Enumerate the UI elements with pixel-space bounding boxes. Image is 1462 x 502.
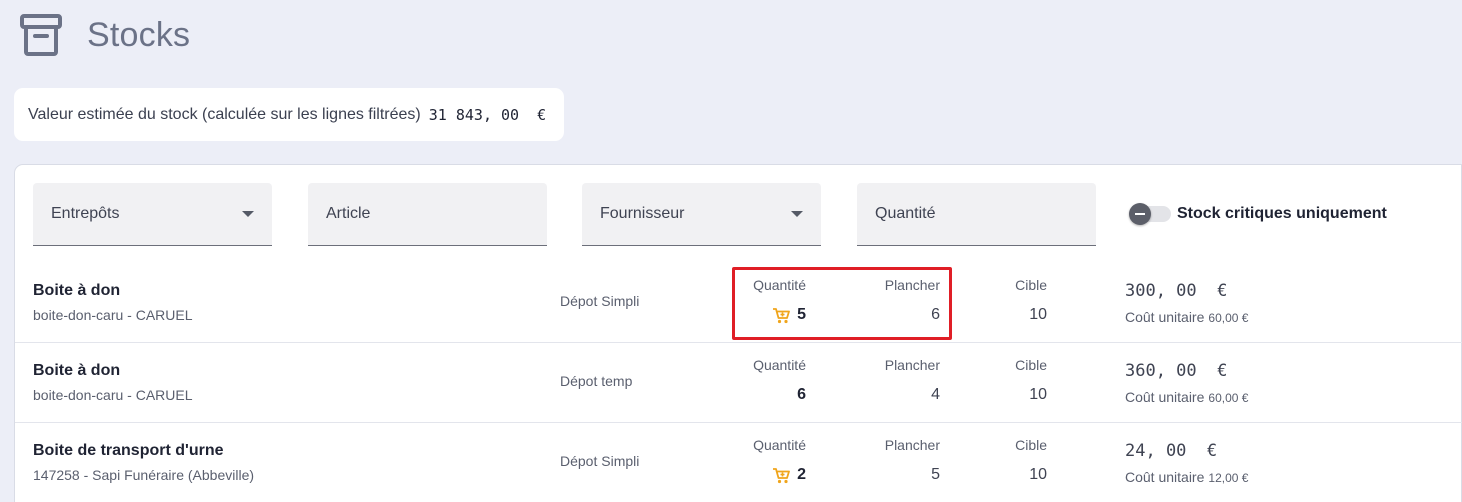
target-cell: Cible 10 xyxy=(975,357,1047,404)
price-cell: 360, 00 € Coût unitaire 60,00 € xyxy=(1125,361,1248,405)
article-name: Boite à don xyxy=(33,282,121,299)
depot-name: Dépot Simpli xyxy=(560,293,640,309)
stock-value-label: Valeur estimée du stock (calculée sur le… xyxy=(28,105,421,123)
page-header: Stocks xyxy=(18,10,190,60)
target-cell: Cible 10 xyxy=(975,277,1047,324)
unit-cost-label: Coût unitaire xyxy=(1125,469,1205,485)
stock-value-card: Valeur estimée du stock (calculée sur le… xyxy=(14,88,564,141)
article-name: Boite à don xyxy=(33,362,121,379)
critical-stock-label: Stock critiques uniquement xyxy=(1177,205,1387,222)
target-header: Cible xyxy=(1015,437,1047,453)
supplier-select-label: Fournisseur xyxy=(600,205,685,222)
total-value: 24, 00 € xyxy=(1125,441,1218,461)
quantity-header: Quantité xyxy=(753,357,806,373)
chevron-down-icon xyxy=(791,211,803,217)
price-cell: 300, 00 € Coût unitaire 60,00 € xyxy=(1125,281,1248,325)
floor-cell: Plancher 4 xyxy=(825,357,940,404)
target-header: Cible xyxy=(1015,277,1047,293)
target-cell: Cible 10 xyxy=(975,437,1047,484)
depot-name: Dépot Simpli xyxy=(560,453,640,469)
toggle-knob[interactable] xyxy=(1129,203,1151,225)
quantity-header: Quantité xyxy=(753,437,806,453)
unit-cost-label: Coût unitaire xyxy=(1125,309,1205,325)
unit-cost-value: 12,00 € xyxy=(1208,471,1249,485)
quantity-cell: Quantité 2 xyxy=(695,437,806,484)
quantity-filter[interactable] xyxy=(857,183,1096,246)
archive-box-icon xyxy=(20,14,62,56)
floor-cell: Plancher 5 xyxy=(825,437,940,484)
article-name: Boite de transport d'urne xyxy=(33,442,224,459)
unit-cost-value: 60,00 € xyxy=(1208,391,1249,405)
price-cell: 24, 00 € Coût unitaire 12,00 € xyxy=(1125,441,1248,485)
article-reference: 147258 - Sapi Funéraire (Abbeville) xyxy=(33,467,255,483)
chevron-down-icon xyxy=(242,211,254,217)
toggle-track[interactable] xyxy=(1129,203,1171,225)
warehouse-select[interactable]: Entrepôts xyxy=(33,183,272,246)
quantity-cell: Quantité 6 xyxy=(695,357,806,404)
critical-stock-toggle[interactable]: Stock critiques uniquement xyxy=(1129,203,1387,225)
target-header: Cible xyxy=(1015,357,1047,373)
total-value: 300, 00 € xyxy=(1125,281,1228,301)
depot-name: Dépot temp xyxy=(560,373,633,389)
warehouse-select-label: Entrepôts xyxy=(51,205,120,222)
target-value: 10 xyxy=(1029,306,1047,323)
supplier-select[interactable]: Fournisseur xyxy=(582,183,821,246)
highlight-box xyxy=(732,267,952,340)
article-input[interactable] xyxy=(326,205,547,223)
quantity-input[interactable] xyxy=(875,205,1096,223)
stock-panel: Entrepôts Fournisseur Stock critiques un… xyxy=(14,164,1462,502)
stock-value-amount: 31 843, 00 € xyxy=(428,105,547,124)
floor-header: Plancher xyxy=(884,437,940,453)
unit-cost-value: 60,00 € xyxy=(1208,311,1249,325)
floor-value: 4 xyxy=(931,386,940,403)
table-row[interactable]: Boite de transport d'urne 147258 - Sapi … xyxy=(15,423,1462,502)
floor-header: Plancher xyxy=(884,357,940,373)
page-title: Stocks xyxy=(87,15,191,54)
total-value: 360, 00 € xyxy=(1125,361,1228,381)
article-reference: boite-don-caru - CARUEL xyxy=(33,307,193,323)
cart-icon xyxy=(773,467,790,483)
quantity-value: 6 xyxy=(797,386,806,403)
table-row[interactable]: Boite à don boite-don-caru - CARUEL Dépo… xyxy=(15,343,1462,423)
unit-cost-label: Coût unitaire xyxy=(1125,389,1205,405)
target-value: 10 xyxy=(1029,466,1047,483)
quantity-value: 2 xyxy=(797,466,806,483)
target-value: 10 xyxy=(1029,386,1047,403)
article-filter[interactable] xyxy=(308,183,547,246)
article-reference: boite-don-caru - CARUEL xyxy=(33,387,193,403)
floor-value: 5 xyxy=(931,466,940,483)
